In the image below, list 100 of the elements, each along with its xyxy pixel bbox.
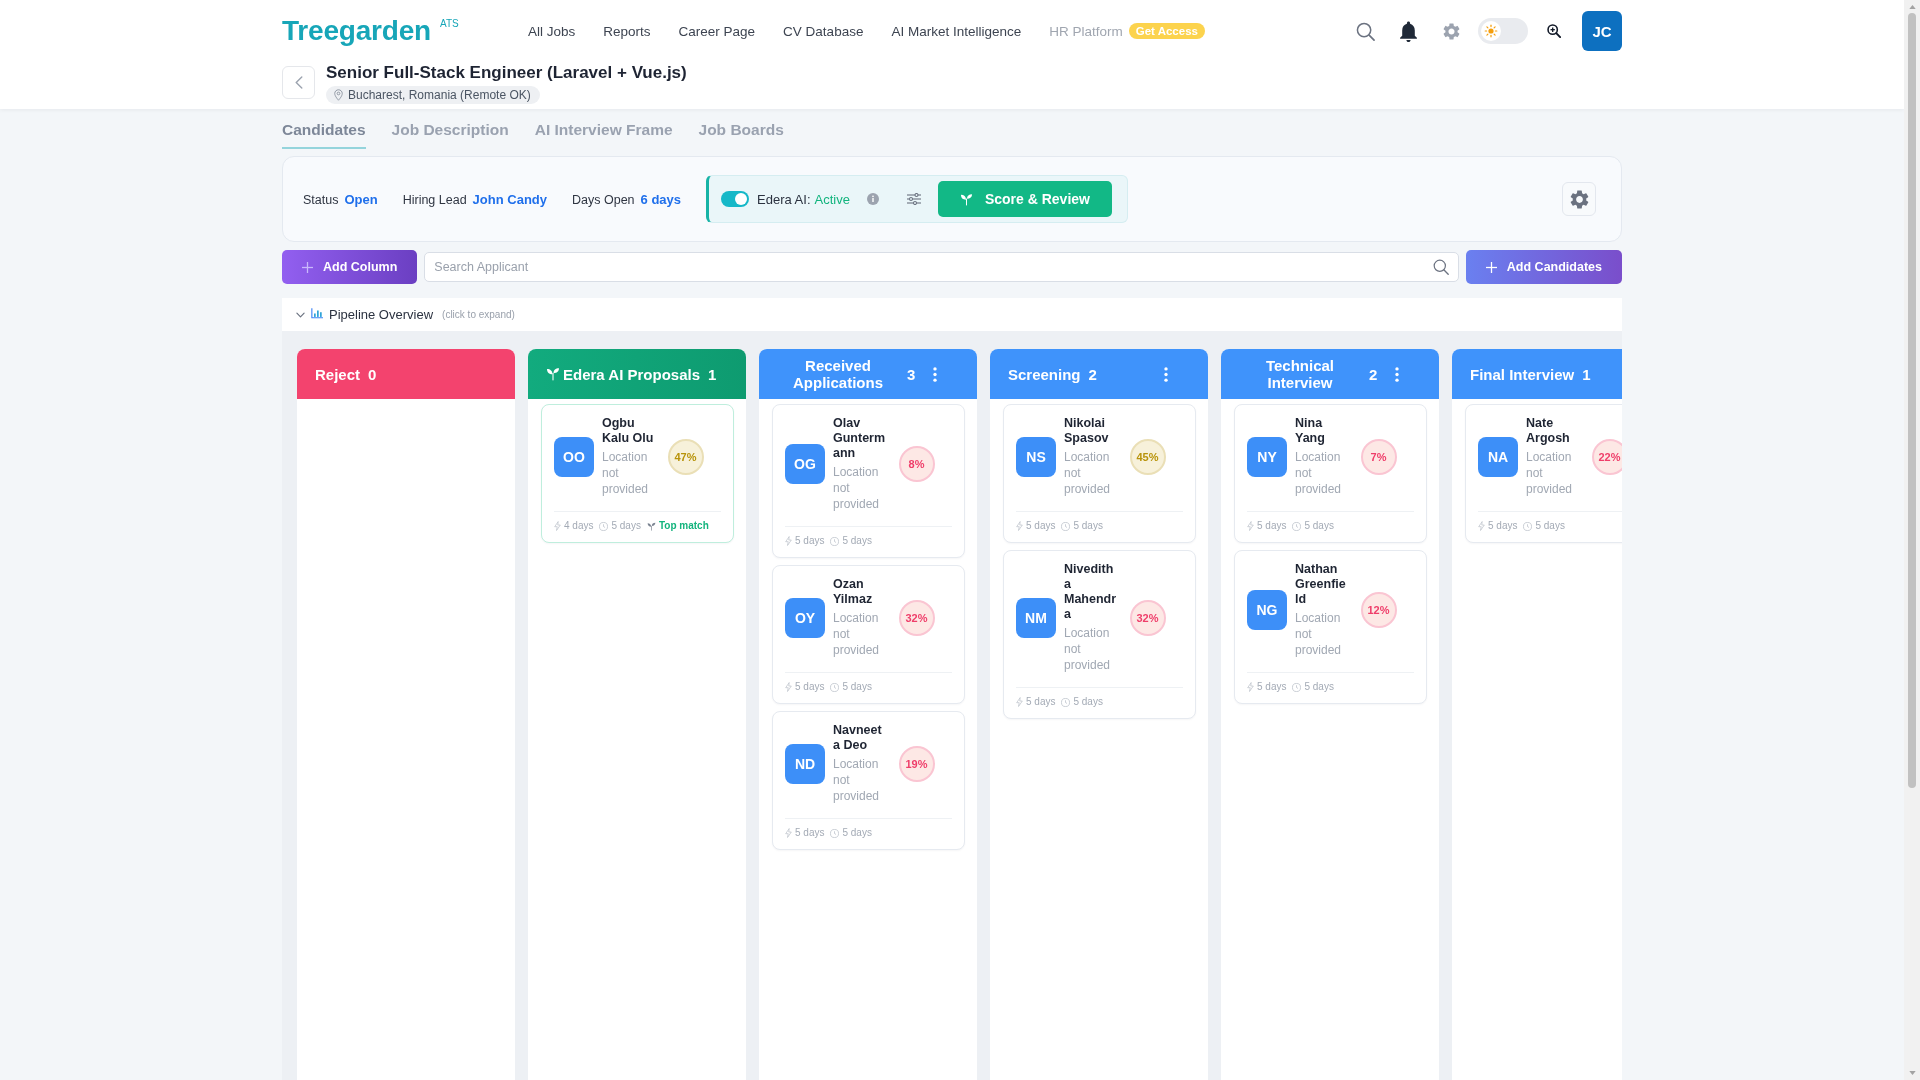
- days-stat: 5 days: [1535, 520, 1565, 532]
- kebab-menu-icon[interactable]: [933, 366, 937, 382]
- nav-link[interactable]: CV Database: [783, 23, 864, 39]
- settings-icon[interactable]: [1443, 22, 1460, 40]
- bolt-icon: [554, 521, 561, 531]
- bolt-icon: [785, 536, 792, 546]
- bell-icon[interactable]: [1400, 20, 1417, 42]
- days-stat: 5 days: [795, 535, 825, 547]
- days-stat: 5 days: [842, 535, 872, 547]
- candidate-card[interactable]: NG Nathan Greenfield Location not provided 12% 5 days 5 days: [1234, 550, 1427, 704]
- add-column-button[interactable]: Add Column: [282, 250, 418, 284]
- candidate-location: Location not provided: [602, 449, 650, 497]
- sprout-icon: [546, 367, 560, 381]
- days-stat: 5 days: [795, 827, 825, 839]
- match-score: 32%: [898, 599, 935, 636]
- match-tag: Top match: [658, 520, 709, 532]
- candidate-card[interactable]: NY Nina Yang Location not provided 7% 5 days 5 days: [1234, 404, 1427, 543]
- candidate-name: Nate Argosh: [1526, 416, 1571, 446]
- candidate-location: Location not provided: [833, 464, 881, 512]
- days-stat: 5 days: [842, 681, 872, 693]
- candidate-card[interactable]: OY Ozan Yilmaz Location not provided 32% 5 days 5 days: [772, 565, 965, 704]
- user-avatar[interactable]: JC: [1582, 11, 1622, 51]
- bolt-icon: [785, 828, 792, 838]
- column-count: 1: [1582, 365, 1591, 383]
- nav-link[interactable]: Career Page: [678, 23, 756, 39]
- job-location: Bucharest, Romania (Remote OK): [348, 88, 531, 102]
- sprout-icon: [646, 521, 656, 531]
- theme-toggle[interactable]: [1478, 18, 1528, 44]
- sliders-icon[interactable]: [906, 193, 921, 205]
- ai-status: Active: [814, 191, 850, 207]
- nav-link[interactable]: AI Market Intelligence: [891, 23, 1022, 39]
- candidate-card[interactable]: NA Nate Argosh Location not provided 22% 5 days 5 days: [1465, 404, 1622, 543]
- candidate-avatar: NM: [1016, 597, 1056, 638]
- candidate-card[interactable]: NM Niveditha Mahendra Location not provided 32% 5 days 5 days: [1003, 550, 1196, 719]
- field-label: Status: [303, 192, 339, 207]
- candidate-location: Location not provided: [1526, 449, 1574, 497]
- ai-label: Edera AI:: [757, 191, 811, 207]
- candidate-avatar: NS: [1016, 436, 1056, 477]
- candidate-card[interactable]: OO Ogbu Kalu Olu Location not provided 47% 4 days 5 days Top match: [541, 404, 734, 543]
- nav-link[interactable]: Reports: [603, 23, 651, 39]
- plus-icon: [1485, 261, 1497, 273]
- column-count: 2: [1088, 365, 1097, 383]
- candidate-avatar: NA: [1478, 436, 1518, 477]
- chevron-down-icon[interactable]: [296, 311, 305, 318]
- clock-icon: [830, 828, 840, 838]
- candidate-name: Navneeta Deo: [833, 723, 883, 753]
- bolt-icon: [1478, 521, 1485, 531]
- candidate-avatar: NY: [1247, 436, 1287, 477]
- match-score: 32%: [1129, 599, 1166, 636]
- caret-up-icon[interactable]: [1908, 5, 1916, 9]
- scrollbar[interactable]: [1904, 0, 1920, 1080]
- candidate-card[interactable]: OG Olav Guntermann Location not provided 8% 5 days 5 days: [772, 404, 965, 558]
- search-icon[interactable]: [1432, 259, 1449, 275]
- search-field[interactable]: Search Applicant: [424, 252, 1459, 282]
- candidate-name: Nikolai Spasov: [1064, 416, 1110, 446]
- candidate-avatar: OO: [554, 436, 594, 477]
- candidate-name: Nathan Greenfield: [1295, 562, 1347, 607]
- info-icon[interactable]: [866, 193, 879, 205]
- bolt-icon: [785, 682, 792, 692]
- caret-down-icon[interactable]: [1908, 1071, 1916, 1075]
- nav-link[interactable]: All Jobs: [528, 23, 576, 39]
- field-value: Open: [344, 191, 378, 207]
- kebab-menu-icon[interactable]: [1395, 366, 1399, 382]
- sprout-icon: [959, 192, 973, 206]
- candidate-avatar: NG: [1247, 590, 1287, 630]
- pipeline-overview-title[interactable]: Pipeline Overview: [329, 307, 434, 322]
- ai-toggle[interactable]: [721, 191, 750, 207]
- bolt-icon: [1016, 521, 1023, 531]
- match-score: 47%: [667, 438, 704, 475]
- days-stat: 5 days: [1304, 681, 1334, 693]
- days-stat: 5 days: [1073, 696, 1103, 708]
- days-stat: 5 days: [1257, 681, 1287, 693]
- add-candidates-button[interactable]: Add Candidates: [1465, 250, 1622, 284]
- match-score: 45%: [1129, 438, 1166, 475]
- days-stat: 5 days: [1488, 520, 1518, 532]
- days-stat: 5 days: [1304, 520, 1334, 532]
- column-count: 1: [708, 365, 717, 383]
- scrollbar-thumb[interactable]: [1908, 13, 1916, 788]
- zoom-in-icon[interactable]: [1547, 24, 1561, 38]
- search-icon[interactable]: [1356, 21, 1375, 41]
- kebab-menu-icon[interactable]: [1164, 366, 1168, 382]
- bar-chart-icon: [311, 307, 323, 319]
- match-score: 22%: [1591, 438, 1622, 475]
- days-stat: 5 days: [1257, 520, 1287, 532]
- candidate-name: Niveditha Mahendra: [1064, 562, 1118, 622]
- candidate-card[interactable]: NS Nikolai Spasov Location not provided 45% 5 days 5 days: [1003, 404, 1196, 543]
- settings-button[interactable]: [1562, 182, 1596, 216]
- clock-icon: [599, 521, 609, 531]
- candidate-location: Location not provided: [833, 756, 881, 804]
- match-score: 8%: [898, 446, 935, 482]
- back-button[interactable]: [282, 66, 315, 99]
- candidate-name: Nina Yang: [1295, 416, 1326, 446]
- field-value: John Candy: [472, 191, 547, 207]
- days-stat: 5 days: [1026, 696, 1056, 708]
- expand-hint: (click to expand): [442, 309, 515, 320]
- clock-icon: [1061, 521, 1071, 531]
- chevron-left-icon: [294, 76, 303, 89]
- candidate-location: Location not provided: [833, 610, 881, 658]
- column-title: Edera AI Proposals: [563, 365, 700, 383]
- candidate-card[interactable]: ND Navneeta Deo Location not provided 19% 5 days 5 days: [772, 711, 965, 850]
